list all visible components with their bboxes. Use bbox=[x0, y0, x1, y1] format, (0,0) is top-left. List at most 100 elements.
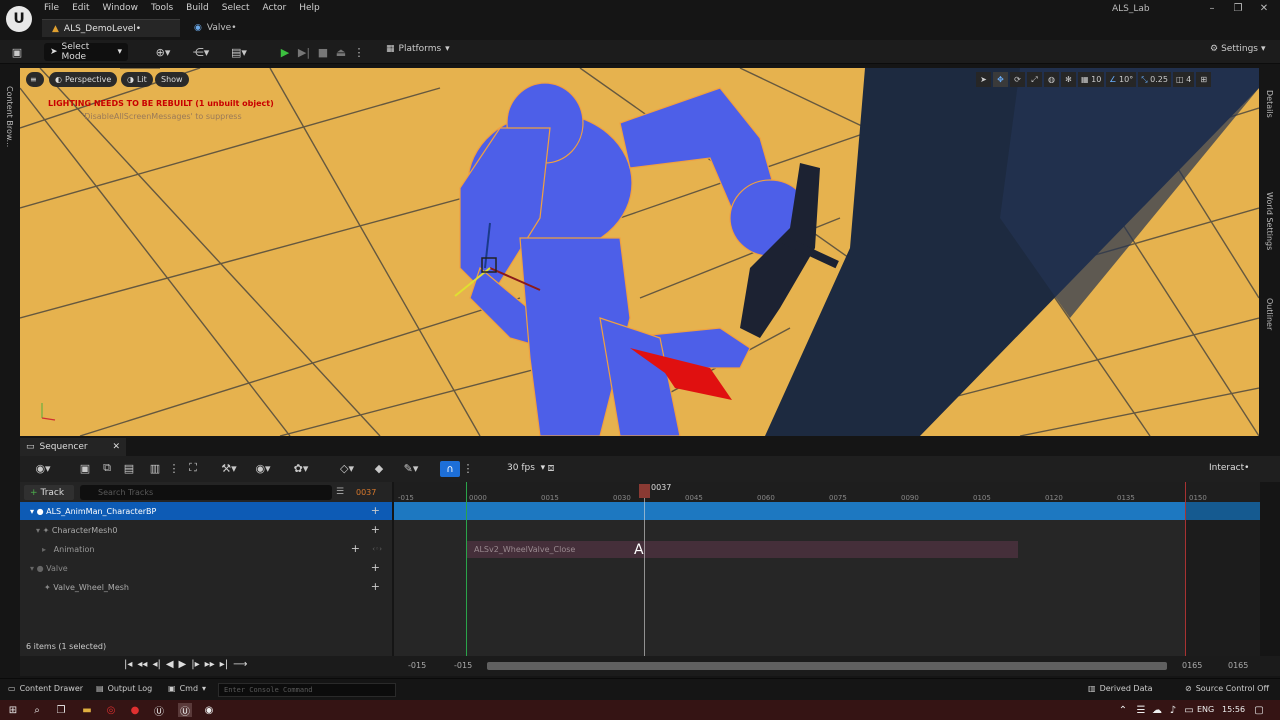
network-icon[interactable]: ☰ bbox=[1134, 703, 1148, 717]
menu-edit[interactable]: Edit bbox=[72, 2, 98, 14]
outliner-tab[interactable]: Outliner bbox=[1265, 298, 1274, 330]
search-tracks-input[interactable] bbox=[80, 485, 332, 500]
save-sequence-icon[interactable]: ▣ bbox=[78, 460, 92, 476]
snap-options-icon[interactable]: ⋮ bbox=[463, 460, 474, 476]
selected-track-range[interactable] bbox=[394, 502, 1260, 520]
time-ruler[interactable]: -015 0000 0015 0030 0045 0060 0075 0090 … bbox=[394, 482, 1260, 502]
more-icon[interactable]: ⋮ bbox=[169, 460, 180, 476]
menu-actor[interactable]: Actor bbox=[263, 2, 296, 14]
step-back-icon[interactable]: ◂| bbox=[152, 659, 160, 670]
tab-valve[interactable]: ◉ Valve• bbox=[184, 19, 294, 37]
rotate-tool-icon[interactable]: ⟳ bbox=[1010, 72, 1025, 87]
play-icon[interactable]: ▶ bbox=[278, 44, 292, 60]
level-viewport[interactable]: ≡ ◐ Perspective ◑ Lit Show LIGHTING NEED… bbox=[20, 68, 1259, 436]
add-icon[interactable]: + bbox=[371, 504, 380, 517]
playback-start-marker[interactable] bbox=[466, 482, 467, 656]
stop-icon[interactable]: ■ bbox=[316, 44, 330, 60]
output-log-button[interactable]: ▤ Output Log bbox=[96, 684, 152, 693]
translate-tool-icon[interactable]: ✥ bbox=[993, 72, 1008, 87]
track-row-character[interactable]: ▾ ● ALS_AnimMan_CharacterBP + bbox=[20, 502, 392, 520]
blueprint-menu-icon[interactable]: ⋲▾ bbox=[188, 44, 214, 60]
derived-data-button[interactable]: ▥ Derived Data bbox=[1088, 684, 1153, 693]
add-icon[interactable]: + bbox=[371, 561, 380, 574]
app-icon[interactable]: ◉ bbox=[202, 703, 216, 717]
file-explorer-icon[interactable]: ▬ bbox=[80, 703, 94, 717]
timeline-scrollbar[interactable] bbox=[487, 662, 1167, 670]
unreal-editor-icon[interactable]: Ⓤ bbox=[178, 703, 192, 718]
battery-icon[interactable]: ▭ bbox=[1182, 703, 1196, 717]
jump-to-start-icon[interactable]: |◂ bbox=[124, 659, 132, 670]
playhead-handle[interactable] bbox=[639, 484, 650, 498]
content-drawer-button[interactable]: ▭ Content Drawer bbox=[8, 684, 83, 693]
language-indicator[interactable]: ENG bbox=[1197, 705, 1214, 714]
opera-icon[interactable]: ◎ bbox=[104, 703, 118, 717]
world-space-icon[interactable]: ◍ bbox=[1044, 72, 1059, 87]
working-end-field[interactable]: 0165 bbox=[1182, 661, 1202, 670]
select-mode-dropdown[interactable]: ➤ Select Mode ▾ bbox=[44, 42, 128, 62]
next-key-icon[interactable]: ▸▸ bbox=[205, 659, 215, 670]
camera-speed-button[interactable]: ◫ 4 bbox=[1172, 72, 1195, 87]
details-tab[interactable]: Details bbox=[1265, 90, 1274, 118]
curve-editor-icon[interactable]: ⛶ bbox=[186, 460, 200, 476]
rotation-snap-button[interactable]: ∠ 10° bbox=[1106, 72, 1137, 87]
cinematics-icon[interactable]: ▤▾ bbox=[226, 44, 252, 60]
key-options-icon[interactable]: ◇▾ bbox=[336, 460, 358, 476]
source-control-button[interactable]: ⊘ Source Control Off bbox=[1185, 684, 1269, 693]
advance-frame-icon[interactable]: ▶| bbox=[297, 44, 311, 60]
brush-icon[interactable]: ✎▾ bbox=[400, 460, 422, 476]
previous-key-icon[interactable]: ◂◂ bbox=[137, 659, 147, 670]
close-tab-icon[interactable]: ✕ bbox=[112, 442, 120, 452]
animation-section[interactable]: ALSv2_WheelValve_Close bbox=[466, 541, 1018, 558]
content-browser-tab[interactable]: Content Brow... bbox=[5, 86, 14, 147]
task-view-icon[interactable]: ❐ bbox=[54, 703, 68, 717]
playback-options-icon[interactable]: ✿▾ bbox=[290, 460, 312, 476]
minimize-icon[interactable]: – bbox=[1204, 3, 1220, 19]
settings-dropdown[interactable]: ⚙ Settings ▾ bbox=[1210, 44, 1266, 54]
current-frame-field[interactable]: 0037 bbox=[356, 488, 376, 497]
view-start-field[interactable]: -015 bbox=[408, 661, 426, 670]
filter-icon[interactable]: ☰ bbox=[336, 487, 344, 497]
windows-start-icon[interactable]: ⊞ bbox=[6, 703, 20, 717]
tools-icon[interactable]: ⚒▾ bbox=[218, 460, 240, 476]
add-actor-icon[interactable]: ⊕▾ bbox=[150, 44, 176, 60]
render-movie-icon[interactable]: ▥ bbox=[148, 460, 162, 476]
platforms-dropdown[interactable]: ▦ Platforms ▾ bbox=[386, 44, 450, 54]
save-icon[interactable]: ▣ bbox=[10, 44, 24, 60]
perspective-button[interactable]: ◐ Perspective bbox=[49, 72, 118, 87]
playback-range-icon[interactable]: ⧈ bbox=[544, 460, 558, 476]
menu-help[interactable]: Help bbox=[299, 2, 329, 14]
menu-window[interactable]: Window bbox=[103, 2, 148, 14]
surface-snap-icon[interactable]: ✻ bbox=[1061, 72, 1076, 87]
track-row-valve[interactable]: ▾ ● Valve + bbox=[20, 559, 392, 577]
speaker-icon[interactable]: ♪ bbox=[1166, 703, 1180, 717]
add-icon[interactable]: + bbox=[371, 523, 380, 536]
track-row-animation[interactable]: ▸ Animation + ‹◦› bbox=[20, 540, 392, 558]
search-icon[interactable]: ⌕ bbox=[30, 703, 44, 717]
working-start-field[interactable]: -015 bbox=[454, 661, 472, 670]
tab-als-demolevel[interactable]: ▲ ALS_DemoLevel• bbox=[42, 19, 180, 37]
fps-dropdown[interactable]: 30 fps ▾ bbox=[507, 463, 545, 473]
cmd-dropdown[interactable]: ▣ Cmd ▾ bbox=[168, 684, 206, 693]
more-options-icon[interactable]: ⋮ bbox=[354, 44, 365, 60]
play-icon[interactable]: ▶ bbox=[179, 659, 187, 670]
add-icon[interactable]: + bbox=[371, 580, 380, 593]
console-command-input[interactable] bbox=[218, 683, 396, 697]
close-icon[interactable]: ✕ bbox=[1256, 3, 1272, 19]
opera-gx-icon[interactable]: ● bbox=[128, 703, 142, 717]
add-icon[interactable]: + bbox=[351, 542, 360, 555]
playback-end-marker[interactable] bbox=[1185, 482, 1186, 656]
sequencer-tab[interactable]: ▭ Sequencer ✕ bbox=[20, 438, 126, 456]
step-forward-icon[interactable]: |▸ bbox=[191, 659, 199, 670]
world-icon[interactable]: ◉▾ bbox=[32, 460, 54, 476]
add-track-button[interactable]: + Track bbox=[24, 485, 74, 500]
viewport-menu-button[interactable]: ≡ bbox=[26, 72, 44, 87]
menu-build[interactable]: Build bbox=[186, 2, 218, 14]
key-filter-icon[interactable]: ◆ bbox=[372, 460, 386, 476]
scale-tool-icon[interactable]: ⤢ bbox=[1027, 72, 1042, 87]
maximize-icon[interactable]: ❐ bbox=[1230, 3, 1246, 19]
track-row-valve-wheel[interactable]: ✦ Valve_Wheel_Mesh + bbox=[20, 578, 392, 596]
clock[interactable]: 15:56 bbox=[1222, 705, 1245, 714]
jump-to-end-icon[interactable]: ▸| bbox=[220, 659, 228, 670]
unreal-icon[interactable]: Ⓤ bbox=[152, 703, 166, 718]
snap-magnet-icon[interactable]: ∩ bbox=[440, 461, 460, 477]
